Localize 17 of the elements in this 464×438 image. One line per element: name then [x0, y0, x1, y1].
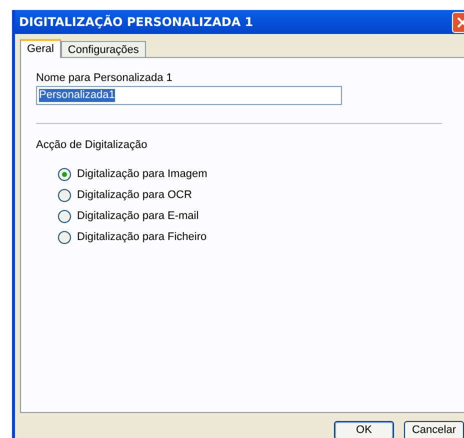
dialog-button[interactable]: OK [334, 421, 394, 438]
radio-label: Digitalização para E-mail [77, 208, 199, 224]
group-label: Acção de Digitalização [36, 138, 148, 153]
radio-button[interactable] [58, 188, 71, 202]
name-input-field[interactable]: Personalizada1 [36, 86, 342, 105]
tab[interactable]: Configurações [60, 40, 146, 57]
window-title: DIGITALIZAÇÃO PERSONALIZADA 1 [19, 14, 254, 31]
dialog-button[interactable]: Cancelar [404, 421, 464, 438]
radio-label: Digitalização para Ficheiro [77, 230, 207, 245]
radio-label: Digitalização para OCR [77, 188, 192, 203]
radio-label: Digitalização para Imagem [77, 166, 208, 182]
field-label: Nome para Personalizada 1 [36, 70, 174, 86]
radio-button[interactable] [58, 210, 71, 223]
field-value: Personalizada1 [39, 88, 115, 102]
radio-button[interactable] [58, 230, 71, 244]
tab[interactable]: Geral [20, 38, 61, 58]
radio-button[interactable] [58, 168, 71, 181]
